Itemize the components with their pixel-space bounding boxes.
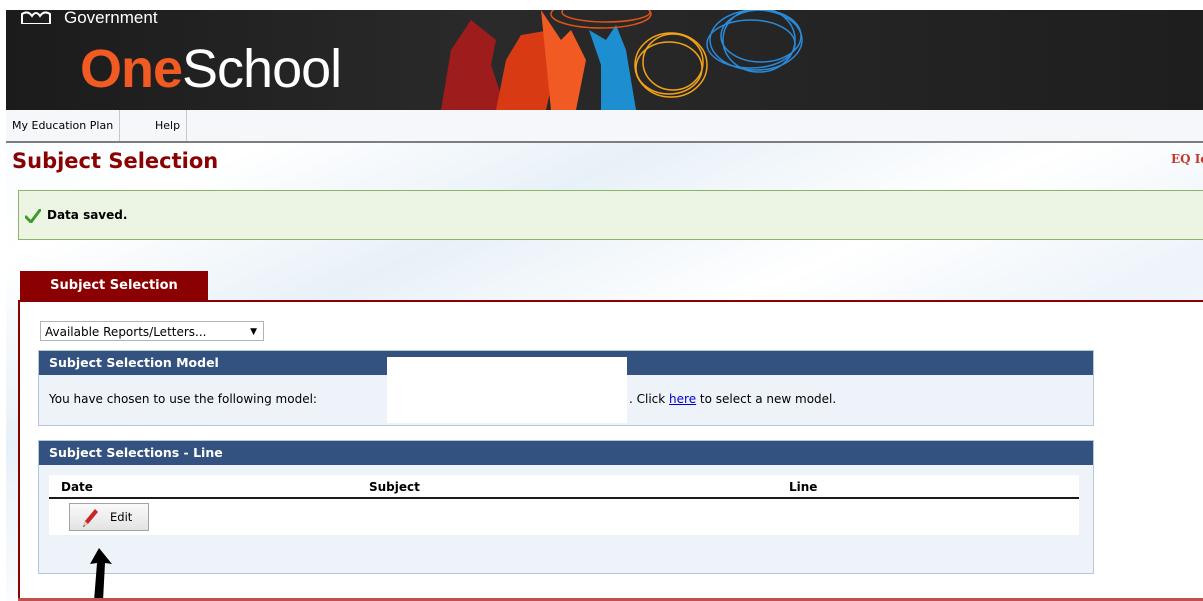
chevron-down-icon: ▼: [250, 327, 257, 337]
edit-button[interactable]: Edit: [69, 503, 149, 531]
government-label: Government: [64, 10, 158, 27]
column-header-subject: Subject: [369, 480, 420, 494]
pencil-icon: [83, 509, 98, 527]
column-header-date: Date: [61, 480, 93, 494]
logo-school-text: School: [182, 39, 342, 99]
crest-icon: [21, 11, 51, 24]
edit-button-label: Edit: [110, 510, 133, 524]
model-click-text: . Click: [629, 392, 670, 406]
eq-id-label: EQ Id: [1171, 152, 1203, 166]
model-row: You have chosen to use the following mod…: [39, 357, 1093, 423]
model-after-text: to select a new model.: [696, 392, 837, 406]
lines-panel-heading: Subject Selections - Line: [39, 441, 1093, 465]
logo-one-text: One: [80, 39, 183, 99]
oneschool-logo[interactable]: OneSchool: [80, 38, 342, 100]
site-banner: Government OneSchool: [6, 10, 1203, 110]
redacted-area: [387, 357, 627, 423]
subject-selection-model-panel: Subject Selection Model You have chosen …: [38, 350, 1094, 426]
menu-help[interactable]: Help: [149, 110, 188, 141]
header-divider: [49, 497, 1079, 499]
menu-my-education-plan[interactable]: My Education Plan: [6, 110, 121, 141]
silhouette-art: [441, 10, 803, 110]
selections-table: Date Subject Line Edit: [49, 475, 1079, 535]
menu-bar: My Education Plan Help: [6, 110, 1203, 143]
reports-dropdown-value: Available Reports/Letters...: [45, 325, 207, 339]
model-text: You have chosen to use the following mod…: [49, 392, 317, 406]
column-header-line: Line: [789, 480, 818, 494]
model-change-text: . Click here to select a new model.: [629, 375, 836, 423]
alert-message: Data saved.: [47, 208, 128, 222]
success-alert: Data saved.: [18, 190, 1203, 240]
subject-selections-line-panel: Subject Selections - Line Date Subject L…: [38, 440, 1094, 574]
page-frame: Government OneSchool My Education Plan H…: [6, 10, 1203, 601]
tab-subject-selection[interactable]: Subject Selection: [20, 271, 208, 300]
check-icon: [25, 209, 41, 223]
annotation-arrow-icon: [90, 548, 112, 601]
tab-panel: Available Reports/Letters... ▼ Subject S…: [18, 300, 1203, 601]
reports-dropdown[interactable]: Available Reports/Letters... ▼: [40, 321, 264, 341]
here-link[interactable]: here: [669, 392, 696, 406]
page-title: Subject Selection: [12, 149, 219, 173]
